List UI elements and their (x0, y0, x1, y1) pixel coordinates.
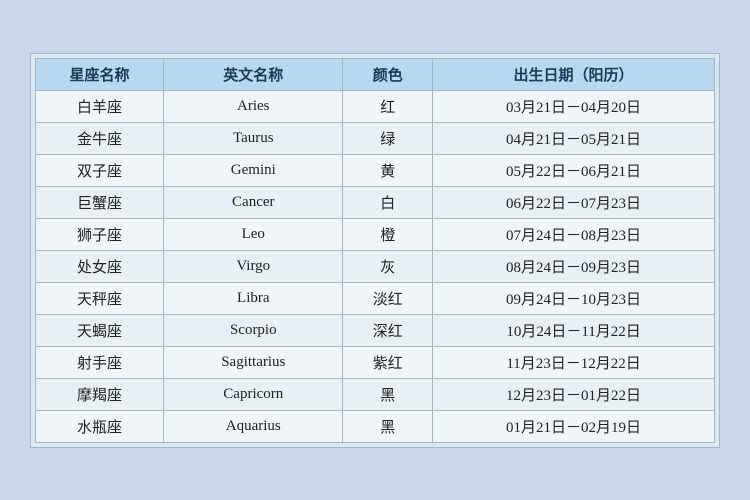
table-row: 双子座Gemini黄05月22日－06月21日 (36, 154, 715, 186)
cell-color: 橙 (343, 218, 433, 250)
cell-color: 灰 (343, 250, 433, 282)
cell-date: 12月23日－01月22日 (433, 378, 715, 410)
cell-color: 黑 (343, 378, 433, 410)
cell-en: Gemini (164, 154, 343, 186)
cell-date: 01月21日－02月19日 (433, 410, 715, 442)
cell-date: 04月21日－05月21日 (433, 122, 715, 154)
cell-date: 11月23日－12月22日 (433, 346, 715, 378)
cell-date: 08月24日－09月23日 (433, 250, 715, 282)
zodiac-table: 星座名称 英文名称 颜色 出生日期（阳历） 白羊座Aries红03月21日－04… (35, 58, 715, 443)
cell-date: 09月24日－10月23日 (433, 282, 715, 314)
header-date: 出生日期（阳历） (433, 58, 715, 90)
cell-color: 黑 (343, 410, 433, 442)
table-row: 射手座Sagittarius紫红11月23日－12月22日 (36, 346, 715, 378)
cell-zh: 水瓶座 (36, 410, 164, 442)
cell-en: Aquarius (164, 410, 343, 442)
table-row: 狮子座Leo橙07月24日－08月23日 (36, 218, 715, 250)
zodiac-table-container: 星座名称 英文名称 颜色 出生日期（阳历） 白羊座Aries红03月21日－04… (30, 53, 720, 448)
table-row: 金牛座Taurus绿04月21日－05月21日 (36, 122, 715, 154)
table-row: 水瓶座Aquarius黑01月21日－02月19日 (36, 410, 715, 442)
cell-color: 白 (343, 186, 433, 218)
cell-zh: 狮子座 (36, 218, 164, 250)
cell-color: 紫红 (343, 346, 433, 378)
table-row: 天秤座Libra淡红09月24日－10月23日 (36, 282, 715, 314)
table-row: 白羊座Aries红03月21日－04月20日 (36, 90, 715, 122)
table-header-row: 星座名称 英文名称 颜色 出生日期（阳历） (36, 58, 715, 90)
cell-color: 淡红 (343, 282, 433, 314)
header-zh: 星座名称 (36, 58, 164, 90)
cell-zh: 天秤座 (36, 282, 164, 314)
cell-zh: 射手座 (36, 346, 164, 378)
cell-date: 06月22日－07月23日 (433, 186, 715, 218)
table-row: 摩羯座Capricorn黑12月23日－01月22日 (36, 378, 715, 410)
cell-color: 绿 (343, 122, 433, 154)
cell-color: 红 (343, 90, 433, 122)
cell-date: 10月24日－11月22日 (433, 314, 715, 346)
table-row: 处女座Virgo灰08月24日－09月23日 (36, 250, 715, 282)
table-row: 天蝎座Scorpio深红10月24日－11月22日 (36, 314, 715, 346)
cell-color: 深红 (343, 314, 433, 346)
cell-date: 03月21日－04月20日 (433, 90, 715, 122)
cell-en: Sagittarius (164, 346, 343, 378)
cell-en: Aries (164, 90, 343, 122)
cell-en: Leo (164, 218, 343, 250)
header-color: 颜色 (343, 58, 433, 90)
cell-date: 07月24日－08月23日 (433, 218, 715, 250)
cell-zh: 摩羯座 (36, 378, 164, 410)
header-en: 英文名称 (164, 58, 343, 90)
cell-en: Taurus (164, 122, 343, 154)
cell-zh: 金牛座 (36, 122, 164, 154)
cell-en: Libra (164, 282, 343, 314)
cell-zh: 天蝎座 (36, 314, 164, 346)
cell-zh: 巨蟹座 (36, 186, 164, 218)
cell-date: 05月22日－06月21日 (433, 154, 715, 186)
cell-zh: 双子座 (36, 154, 164, 186)
cell-zh: 处女座 (36, 250, 164, 282)
cell-color: 黄 (343, 154, 433, 186)
cell-en: Virgo (164, 250, 343, 282)
table-row: 巨蟹座Cancer白06月22日－07月23日 (36, 186, 715, 218)
cell-zh: 白羊座 (36, 90, 164, 122)
cell-en: Capricorn (164, 378, 343, 410)
cell-en: Cancer (164, 186, 343, 218)
cell-en: Scorpio (164, 314, 343, 346)
